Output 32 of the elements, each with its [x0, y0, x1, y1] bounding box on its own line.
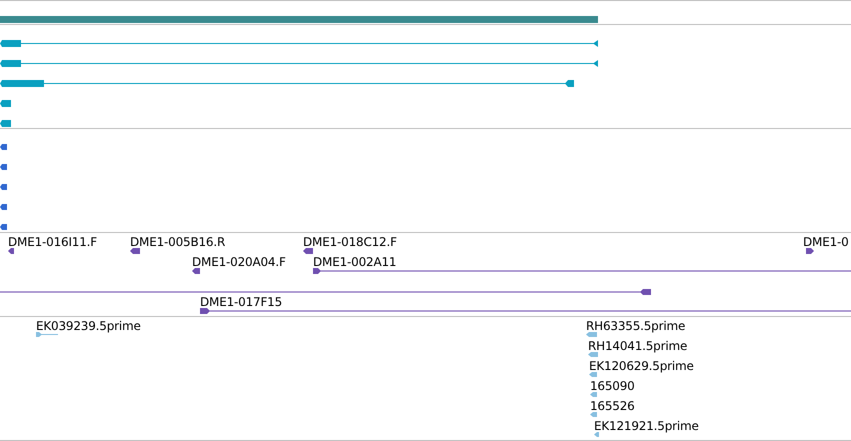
feature-label[interactable]: DME1-0: [803, 235, 849, 249]
feature-arrow-icon[interactable]: [303, 248, 313, 254]
feature-label[interactable]: 165090: [590, 379, 635, 393]
exon-icon[interactable]: [0, 204, 7, 210]
feature-label[interactable]: DME1-018C12.F: [303, 235, 397, 249]
feature-arrow-icon[interactable]: [130, 248, 140, 254]
feature-label[interactable]: EK039239.5prime: [36, 319, 141, 333]
exon-icon[interactable]: [0, 224, 7, 230]
exon-icon[interactable]: [0, 120, 11, 127]
exon-icon[interactable]: [0, 164, 7, 170]
exon-icon[interactable]: [0, 100, 11, 107]
feature-label[interactable]: RH14041.5prime: [588, 339, 688, 353]
transcript-drawing[interactable]: [0, 60, 598, 67]
feature-label[interactable]: DME1-020A04.F: [192, 255, 286, 269]
exon-icon[interactable]: [0, 184, 7, 190]
feature-arrow-icon[interactable]: [806, 248, 814, 254]
feature-label[interactable]: DME1-002A11: [313, 255, 396, 269]
feature-arrow-icon[interactable]: [8, 248, 14, 254]
feature-label[interactable]: RH63355.5prime: [586, 319, 686, 333]
transcript-drawing[interactable]: [0, 80, 574, 87]
transcript-drawing[interactable]: [0, 40, 598, 47]
feature-drawing[interactable]: [313, 268, 851, 274]
feature-label[interactable]: 165526: [590, 399, 635, 413]
feature-arrow-icon[interactable]: [192, 268, 200, 274]
feature-label[interactable]: DME1-016I11.F: [8, 235, 97, 249]
feature-label[interactable]: DME1-005B16.R: [130, 235, 226, 249]
feature-drawing[interactable]: [0, 289, 651, 295]
feature-label[interactable]: EK120629.5prime: [589, 359, 694, 373]
exon-icon[interactable]: [0, 144, 7, 150]
feature-label[interactable]: DME1-017F15: [200, 295, 282, 309]
feature-label[interactable]: EK121921.5prime: [594, 419, 699, 433]
feature-drawing[interactable]: [200, 308, 851, 314]
